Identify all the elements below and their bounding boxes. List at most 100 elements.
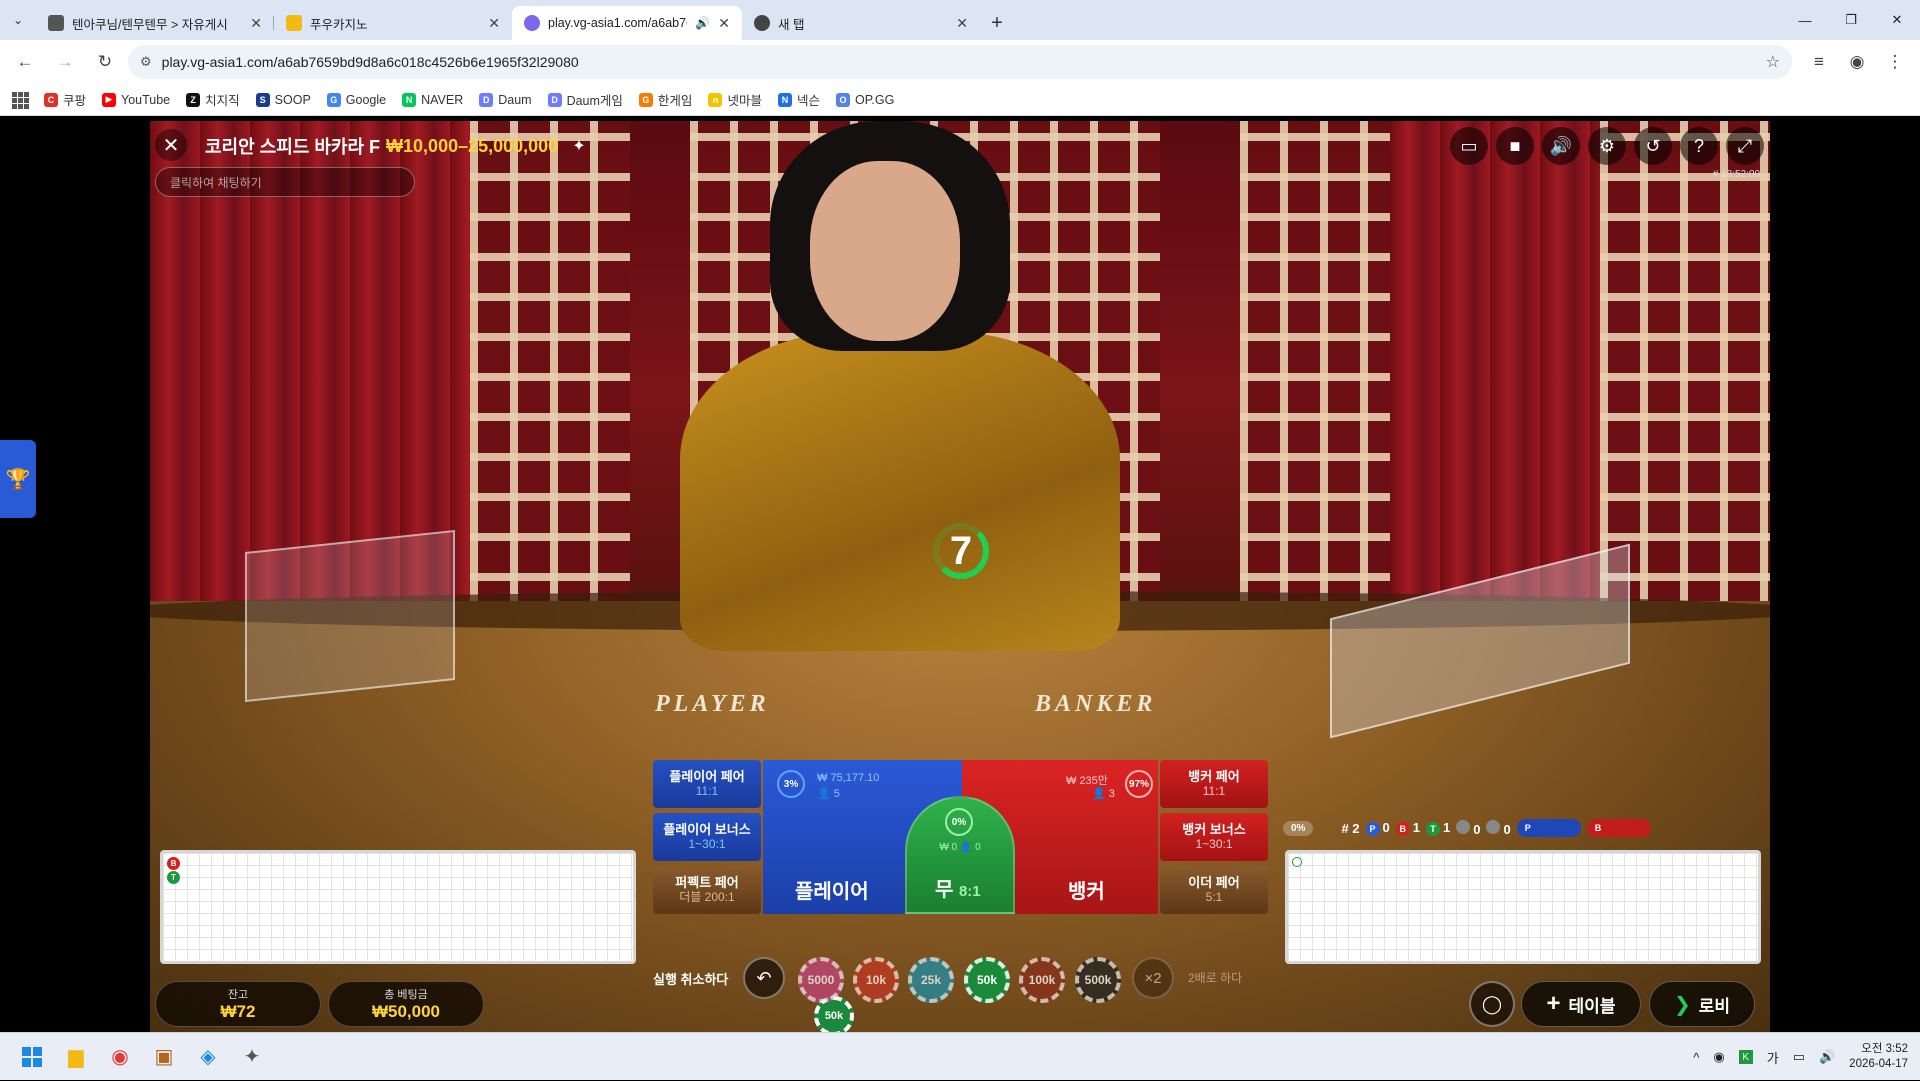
table-button[interactable]: + 테이블 [1521,981,1641,1027]
chat-icon[interactable]: ▭ [1450,127,1488,165]
speaker-icon[interactable]: 🔊 [695,16,710,30]
either-pair-bet[interactable]: 이더 페어 5:1 [1160,866,1268,914]
player-bonus-bet[interactable]: 플레이어 보너스 1~30:1 [653,813,761,861]
lobby-button[interactable]: ❯ 로비 [1649,981,1755,1027]
double-button[interactable]: ×2 [1132,957,1174,999]
tray-app-icon[interactable]: ◉ [1713,1049,1724,1065]
url-text[interactable]: play.vg-asia1.com/a6ab7659bd9d8a6c018c45… [162,54,1756,70]
tab[interactable]: 새 탭 ✕ [742,6,980,40]
chrome-icon[interactable]: ◉ [98,1037,142,1077]
menu-icon[interactable]: ⋮ [1878,45,1912,79]
tab-active[interactable]: play.vg-asia1.com/a6ab765 🔊 ✕ [512,6,742,40]
help-icon[interactable]: ? [1680,127,1718,165]
bookmark-star-icon[interactable]: ☆ [1766,52,1780,72]
bookmark[interactable]: Z 치지직 [186,90,240,109]
chip-500k[interactable]: 500k [1075,957,1121,1003]
site-info-icon[interactable]: ⚙ [140,54,152,70]
bookmark[interactable]: ▶ YouTube [102,92,170,107]
game-app-icon[interactable]: ✦ [230,1037,274,1077]
volume-tray-icon[interactable]: 🔊 [1819,1049,1835,1065]
banker-count: 👤 3 [1092,788,1115,800]
tab-close-icon[interactable]: ✕ [488,15,500,32]
banker-percent: 97% [1125,770,1153,798]
chip-25k[interactable]: 25k [908,957,954,1003]
clock[interactable]: 오전 3:52 2026-04-17 [1849,1042,1908,1072]
road-marker-banker: B [167,857,180,870]
settings-icon[interactable]: ⚙ [1588,127,1626,165]
tie-bet-area[interactable]: 0% ₩ 0 👤 0 무 8:1 [905,796,1015,914]
bookmark[interactable]: C 쿠팡 [44,90,86,109]
card-shoe-left [245,529,455,703]
start-button[interactable] [10,1037,54,1077]
trophy-icon[interactable]: 🏆 [0,440,36,518]
address-bar[interactable]: ⚙ play.vg-asia1.com/a6ab7659bd9d8a6c018c… [128,45,1792,79]
tab-close-icon[interactable]: ✕ [956,15,968,32]
bookmark[interactable]: N NAVER [402,92,463,107]
history-icon[interactable]: ↺ [1634,127,1672,165]
road-percent: 0% [1283,820,1314,836]
restore-icon[interactable]: ❐ [1828,0,1874,40]
table-title: 코리안 스피드 바카라 F ₩10,000–25,000,000 ✦ [205,133,586,159]
media-control-icon[interactable]: ≡ [1802,45,1836,79]
minimize-icon[interactable]: — [1782,0,1828,40]
bookmark[interactable]: D Daum [479,92,532,107]
fullscreen-icon[interactable]: ⤢ [1726,127,1764,165]
ime-indicator[interactable]: 가 [1767,1048,1779,1067]
perfect-pair-bet[interactable]: 퍼펙트 페어 더블 200:1 [653,866,761,914]
bookmark[interactable]: G 한게임 [638,90,692,109]
forward-button[interactable]: → [48,45,82,79]
file-explorer-icon[interactable]: ▆ [54,1037,98,1077]
hangame-icon: G [638,92,653,107]
browser-app-icon[interactable]: ◈ [186,1037,230,1077]
reload-button[interactable]: ↻ [88,45,122,79]
google-icon: G [326,92,341,107]
tray-chevron-icon[interactable]: ^ [1693,1050,1699,1065]
bookmark[interactable]: D Daum게임 [547,90,623,109]
app-icon[interactable]: ▣ [142,1037,186,1077]
tab-title: 새 탭 [778,17,805,32]
undo-label: 실행 취소하다 [653,972,729,987]
new-tab-button[interactable]: + [980,6,1014,40]
chip-100k[interactable]: 100k [1019,957,1065,1003]
close-game-button[interactable]: ✕ [155,129,187,161]
game-round-id: # 18:52:00 [1712,169,1760,180]
road-icon [1292,857,1302,867]
player-predict-pill[interactable]: P [1516,819,1581,837]
big-road[interactable] [1285,850,1761,964]
bookmark[interactable]: n 넷마블 [708,90,762,109]
banker-predict-pill[interactable]: B [1586,819,1651,837]
chzzk-icon: Z [186,92,201,107]
video-icon[interactable]: ■ [1496,127,1534,165]
bookmark[interactable]: G Google [326,92,386,107]
profile-icon[interactable]: ◉ [1840,45,1874,79]
round-count: # 2 [1341,820,1360,836]
apps-grid-icon[interactable] [12,91,29,109]
tab[interactable]: 푸우카지노 ✕ [274,6,512,40]
tab-close-icon[interactable]: ✕ [718,15,730,32]
chat-input[interactable]: 클릭하여 채팅하기 [155,167,415,197]
bookmark[interactable]: S SOOP [255,92,311,107]
bookmark[interactable]: O OP.GG [835,92,894,107]
tray-k-icon[interactable]: K [1738,1050,1753,1064]
tab[interactable]: 텐아쿠님/텐무텐무 > 자유게시 ✕ [36,6,274,40]
close-window-icon[interactable]: ✕ [1874,0,1920,40]
tie-percent: 0% [945,808,973,836]
banker-pair-bet[interactable]: 뱅커 페어 11:1 [1160,760,1268,808]
chat-toggle-button[interactable]: ◯ [1469,981,1515,1027]
tab-close-icon[interactable]: ✕ [250,15,262,32]
banker-bonus-bet[interactable]: 뱅커 보너스 1~30:1 [1160,813,1268,861]
bookmark[interactable]: N 넥슨 [777,90,820,109]
countdown-timer: 7 [933,523,989,579]
chip-5000[interactable]: 5000 [798,957,844,1003]
favorite-pin-icon[interactable]: ✦ [572,136,585,156]
player-pair-bet[interactable]: 플레이어 페어 11:1 [653,760,761,808]
tab-search-button[interactable]: ⌄ [0,0,36,40]
back-button[interactable]: ← [8,45,42,79]
chip-50k[interactable]: 50k [964,957,1010,1003]
network-icon[interactable]: ▭ [1793,1049,1805,1065]
volume-icon[interactable]: 🔊 [1542,127,1580,165]
tab-favicon [524,15,540,31]
chip-10k[interactable]: 10k [853,957,899,1003]
bead-road[interactable]: B T [160,850,636,964]
undo-button[interactable]: ↶ [743,957,785,999]
